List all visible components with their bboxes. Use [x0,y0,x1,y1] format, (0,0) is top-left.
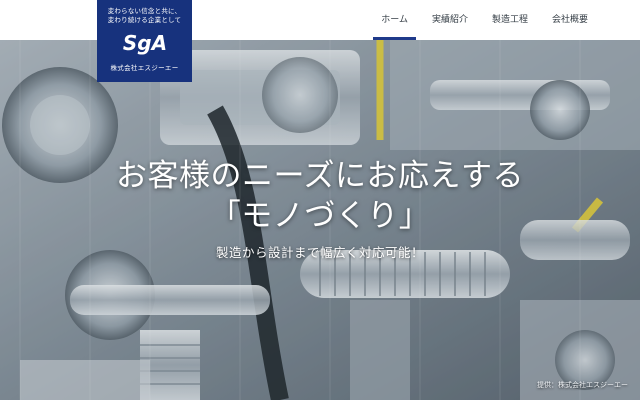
hero-headline-line-2: 「モノづくり」 [209,198,431,234]
logo-mark-text: SgA [122,31,166,55]
logo-tagline-2: 変わり続ける企業として [107,16,182,24]
nav-item-works[interactable]: 実績紹介 [420,0,480,40]
hero-headline-line-1: お客様のニーズにお応えする [116,158,524,194]
hero-text-block: お客様のニーズにお応えする 「モノづくり」 製造から設計まで幅広く対応可能！ [0,156,640,261]
nav-item-company[interactable]: 会社概要 [540,0,600,40]
sga-logo-mark: SgA [122,31,166,55]
nav-item-process[interactable]: 製造工程 [480,0,540,40]
header-bar: ホーム 実績紹介 製造工程 会社概要 [0,0,640,41]
logo-tagline-1: 変わらない信念と共に、 [107,7,182,15]
nav-item-home[interactable]: ホーム [369,0,420,40]
company-logo[interactable]: 変わらない信念と共に、 変わり続ける企業として SgA 株式会社エスジーエー [97,0,192,82]
photo-credit: 提供：株式会社エスジーエー [537,381,628,389]
hero-section: お客様のニーズにお応えする 「モノづくり」 製造から設計まで幅広く対応可能！ 提… [0,40,640,400]
logo-company-name: 株式会社エスジーエー [110,64,179,72]
hero-subheadline: 製造から設計まで幅広く対応可能！ [215,245,424,260]
main-nav: ホーム 実績紹介 製造工程 会社概要 [369,0,600,40]
